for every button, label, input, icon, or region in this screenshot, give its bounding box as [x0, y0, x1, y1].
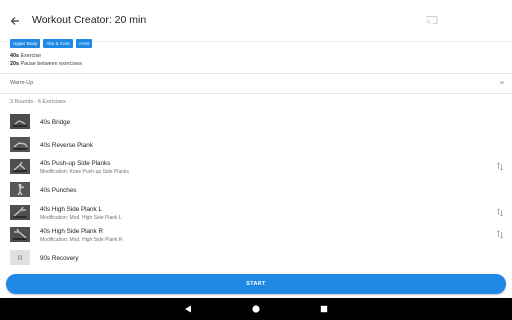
- warmup-label: Warm-Up: [10, 80, 34, 86]
- exercise-name: 40s Push-up Side Planks: [40, 160, 111, 168]
- exercise-name: 40s High Side Plank L: [40, 205, 102, 213]
- exercise-modification: Modification: Mod. High Side Plank R: [40, 237, 123, 244]
- square-recents-icon[interactable]: [319, 304, 329, 314]
- chevron-down-icon: [499, 81, 505, 85]
- exercise-list: 40s Bridge 40s Reverse Plank 40s Push-up…: [0, 111, 512, 270]
- triangle-back-icon[interactable]: [183, 304, 193, 314]
- exercise-name: 90s Recovery: [40, 255, 79, 263]
- exercise-row[interactable]: 40s Punches: [0, 179, 512, 202]
- exercise-modification: Modification: Mod. High Side Plank L: [40, 214, 122, 221]
- exercise-name: 40s Punches: [40, 187, 77, 195]
- exercise-thumbnail: [10, 204, 30, 220]
- exercise-row[interactable]: 90s Recovery: [0, 247, 512, 270]
- pause-icon: [18, 255, 22, 261]
- exercise-name: 40s Bridge: [40, 119, 71, 126]
- exercise-thumbnail: [10, 136, 30, 152]
- exercise-duration: 40s Exercise: [10, 53, 42, 59]
- page-title: Workout Creator: 20 min: [32, 14, 147, 26]
- pause-duration: 20s Pause between exercises: [10, 60, 82, 67]
- tag-chip: Abs & Core: [43, 39, 73, 48]
- exercise-thumbnail: [10, 159, 30, 175]
- swap-icon[interactable]: [497, 230, 503, 240]
- exercise-modification: Modification: Knee Push-up Side Planks: [40, 169, 129, 176]
- divider: [0, 93, 512, 94]
- exercise-thumbnail: [10, 182, 30, 198]
- exercise-row[interactable]: 40s Reverse Plank: [0, 134, 512, 157]
- exercise-row[interactable]: 40s Bridge: [0, 111, 512, 134]
- system-nav-bar: [0, 298, 512, 320]
- rounds-summary: 3 Rounds - 6 Exercises: [10, 99, 66, 105]
- swap-icon[interactable]: [497, 208, 503, 217]
- tag-list: Upper Body Abs & Core Arms: [10, 39, 93, 48]
- arrow-left-icon: [10, 17, 19, 25]
- warmup-dropdown[interactable]: Warm-Up: [0, 74, 512, 93]
- exercise-name: 40s High Side Plank R: [40, 228, 104, 236]
- tag-chip: Upper Body: [10, 39, 41, 48]
- exercise-thumbnail: [10, 250, 30, 266]
- exercise-row[interactable]: 40s Push-up Side Planks Modification: Kn…: [0, 156, 512, 179]
- start-button[interactable]: START: [6, 274, 506, 294]
- swap-icon[interactable]: [497, 162, 503, 171]
- back-button[interactable]: [6, 12, 24, 30]
- exercise-thumbnail: [10, 114, 30, 129]
- workout-stats: 40s Exercise 20s Pause between exercises: [10, 53, 82, 68]
- exercise-row[interactable]: 40s High Side Plank L Modification: Mod.…: [0, 202, 512, 225]
- exercise-row[interactable]: 40s High Side Plank R Modification: Mod.…: [0, 224, 512, 247]
- tag-chip: Arms: [75, 39, 93, 48]
- app-bar: Workout Creator: 20 min: [0, 0, 512, 42]
- cast-icon[interactable]: [426, 15, 438, 25]
- circle-home-icon[interactable]: [251, 304, 261, 314]
- exercise-thumbnail: [10, 227, 30, 243]
- exercise-name: 40s Reverse Plank: [40, 141, 93, 149]
